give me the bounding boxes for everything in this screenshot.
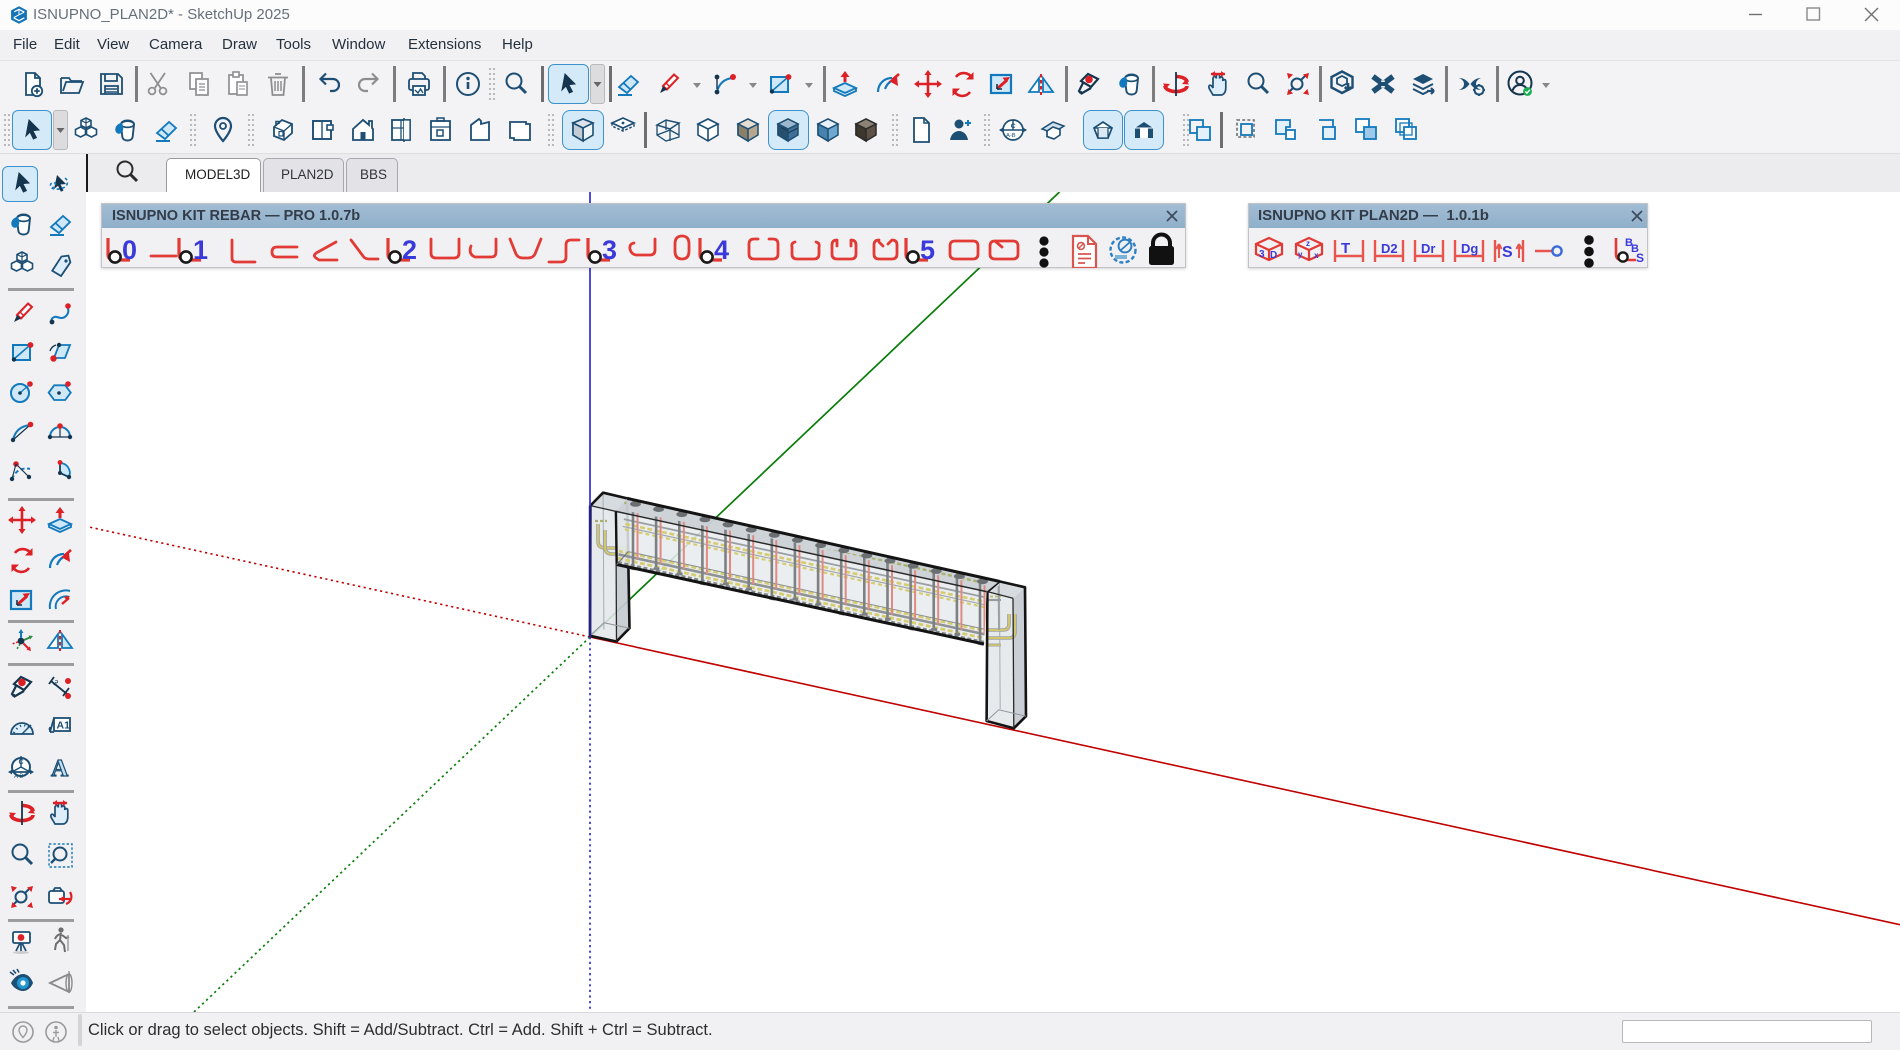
svg-text:C: C <box>19 759 24 766</box>
svg-text:A1: A1 <box>57 720 71 732</box>
svg-text:z: z <box>1306 239 1310 248</box>
svg-text:S: S <box>1636 251 1644 265</box>
svg-text:Dr: Dr <box>1421 241 1435 256</box>
svg-text:A-B: A-B <box>1006 133 1016 139</box>
svg-text:4: 4 <box>714 235 729 265</box>
svg-text:3: 3 <box>1259 249 1265 260</box>
svg-text:1: 1 <box>193 235 208 265</box>
svg-text:2: 2 <box>402 235 417 265</box>
svg-text:S: S <box>1502 244 1513 261</box>
svg-text:x: x <box>1314 251 1319 260</box>
svg-text:3: 3 <box>602 235 617 265</box>
svg-text:A: A <box>51 756 69 782</box>
svg-text:T: T <box>1341 240 1350 257</box>
svg-text:0: 0 <box>122 235 137 265</box>
svg-text:A B: A B <box>14 774 23 780</box>
svg-text:y: y <box>1298 250 1303 259</box>
svg-text:5: 5 <box>920 235 935 265</box>
svg-text:D: D <box>1270 250 1277 261</box>
svg-text:D2: D2 <box>1381 241 1398 256</box>
svg-text:Dg: Dg <box>1461 241 1478 256</box>
svg-text:C: C <box>1011 123 1016 130</box>
